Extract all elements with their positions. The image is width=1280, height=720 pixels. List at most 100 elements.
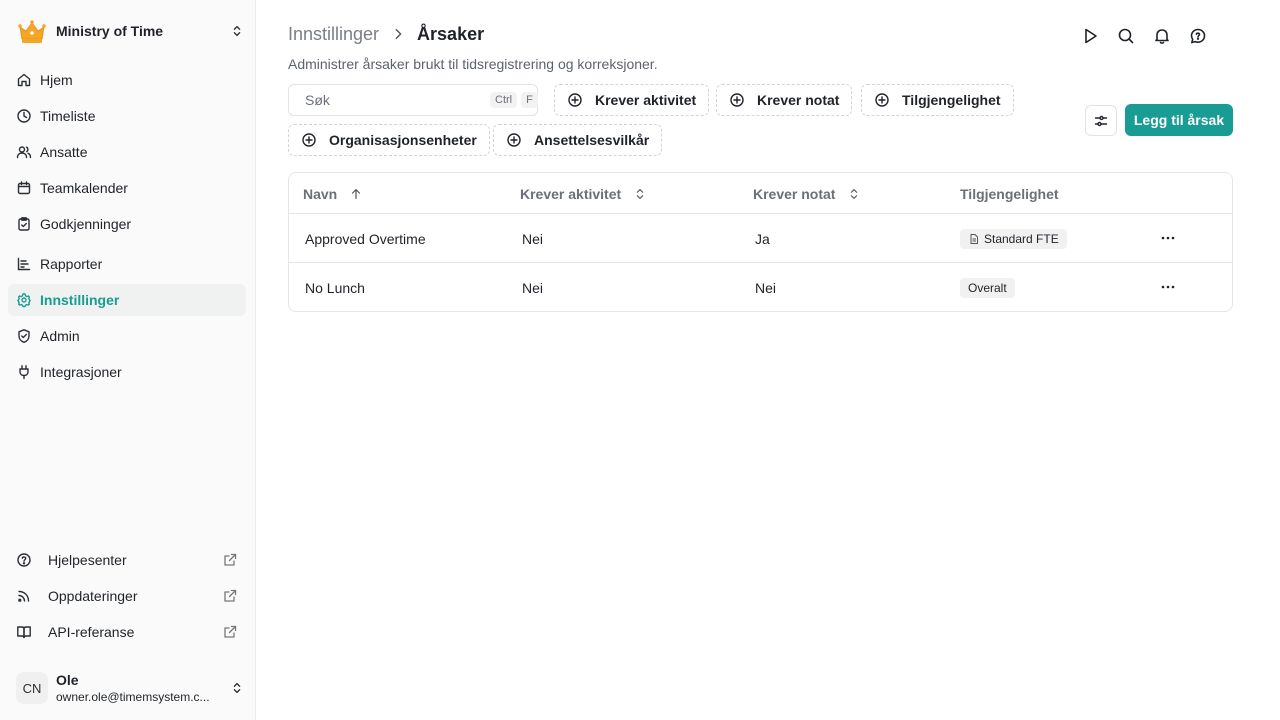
page-subtitle: Administrer årsaker brukt til tidsregist… [288, 56, 658, 72]
nav-label-api-referanse: API-referanse [48, 624, 135, 640]
page-title: Årsaker [417, 23, 485, 44]
filter-ansettelsesvilkar[interactable]: Ansettelsesvilkår [493, 124, 663, 156]
nav-item-ansatte[interactable]: Ansatte [8, 136, 246, 168]
nav-item-teamkalender[interactable]: Teamkalender [8, 172, 246, 204]
filter-label: Ansettelsesvilkår [534, 132, 650, 148]
org-name: Ministry of Time [56, 23, 164, 39]
external-link-icon [224, 553, 237, 566]
book-icon [17, 626, 31, 639]
nav-item-hjem[interactable]: Hjem [8, 64, 246, 96]
plus-circle-icon [875, 93, 889, 107]
nav-label-innstillinger: Innstillinger [40, 292, 120, 308]
shield-check-icon [18, 329, 30, 343]
nav-label-oppdateringer: Oppdateringer [48, 588, 138, 604]
filter-label: Organisasjonsenheter [329, 132, 477, 148]
org-switcher[interactable]: Ministry of Time [16, 14, 244, 48]
nav-item-admin[interactable]: Admin [8, 320, 246, 352]
nav-item-hjelpesenter[interactable]: Hjelpesenter [8, 544, 246, 576]
avatar: CN [16, 672, 48, 704]
nav-item-rapporter[interactable]: Rapporter [8, 248, 246, 280]
table-row[interactable]: No Lunch Nei Nei Overalt [289, 263, 1232, 311]
document-icon [970, 233, 978, 244]
nav-label-godkjenninger: Godkjenninger [40, 216, 132, 232]
search-input[interactable] [305, 92, 486, 108]
nav-label-hjelpesenter: Hjelpesenter [48, 552, 127, 568]
bell-icon[interactable] [1152, 26, 1172, 46]
user-info: Ole owner.ole@timemsystem.c... [56, 672, 230, 704]
cell-navn: Approved Overtime [305, 230, 426, 247]
nav-item-oppdateringer[interactable]: Oppdateringer [8, 580, 246, 612]
filter-krever-notat[interactable]: Krever notat [716, 84, 853, 116]
nav-label-hjem: Hjem [40, 72, 73, 88]
nav-item-api-referanse[interactable]: API-referanse [8, 616, 246, 648]
plus-circle-icon [568, 93, 582, 107]
table-row[interactable]: Approved Overtime Nei Ja Standard FTE [289, 214, 1232, 263]
calendar-icon [17, 181, 31, 195]
search-icon[interactable] [1116, 26, 1136, 46]
chat-help-icon[interactable] [1188, 26, 1208, 46]
add-reason-button[interactable]: Legg til årsak [1125, 104, 1233, 136]
nav-label-teamkalender: Teamkalender [40, 180, 128, 196]
cell-krever-notat: Ja [755, 230, 770, 247]
nav-label-rapporter: Rapporter [40, 256, 103, 272]
clock-icon [17, 109, 31, 123]
nav-label-admin: Admin [40, 328, 80, 344]
nav-item-godkjenninger[interactable]: Godkjenninger [8, 208, 246, 240]
user-menu[interactable]: CN Ole owner.ole@timemsystem.c... [16, 668, 244, 708]
breadcrumb-parent[interactable]: Innstillinger [288, 24, 379, 45]
plug-icon [19, 365, 29, 380]
user-email: owner.ole@timemsystem.c... [56, 690, 210, 704]
top-actions [1080, 26, 1224, 46]
plus-circle-icon [730, 93, 744, 107]
cell-tilgjengelighet: Overalt [960, 263, 1015, 311]
more-horizontal-icon[interactable] [1160, 279, 1176, 295]
search-box[interactable]: Ctrl F [288, 84, 538, 116]
cell-krever-aktivitet: Nei [522, 230, 544, 247]
table-header: Navn Krever aktivitet Krever notat Tilgj… [289, 173, 1232, 214]
external-link-icon [224, 589, 237, 602]
badge-label: Overalt [968, 280, 1007, 295]
play-icon[interactable] [1080, 26, 1100, 46]
cell-tilgjengelighet: Standard FTE [960, 214, 1067, 263]
nav-item-innstillinger[interactable]: Innstillinger [8, 284, 246, 316]
filter-label: Tilgjengelighet [902, 92, 1001, 108]
availability-badge: Standard FTE [960, 228, 1067, 249]
nav-item-timeliste[interactable]: Timeliste [8, 100, 246, 132]
plus-circle-icon [507, 133, 521, 147]
column-krever-aktivitet[interactable]: Krever aktivitet [520, 173, 647, 214]
filter-label: Krever notat [757, 92, 840, 108]
badge-label: Standard FTE [984, 231, 1059, 246]
nav-item-integrasjoner[interactable]: Integrasjoner [8, 356, 246, 388]
home-icon [17, 73, 31, 87]
user-name: Ole [56, 672, 79, 688]
kbd-f: F [521, 92, 538, 108]
chart-icon [17, 257, 31, 271]
cell-navn: No Lunch [305, 279, 365, 296]
arrow-up-icon [352, 188, 361, 199]
column-tilgjengelighet: Tilgjengelighet [960, 173, 1059, 214]
column-navn[interactable]: Navn [303, 173, 363, 214]
external-link-icon [224, 625, 237, 638]
nav-label-ansatte: Ansatte [40, 144, 88, 160]
help-circle-icon [17, 553, 31, 567]
nav-label-integrasjoner: Integrasjoner [40, 364, 122, 380]
filter-tilgjengelighet[interactable]: Tilgjengelighet [861, 84, 1014, 116]
availability-badge: Overalt [960, 277, 1015, 298]
column-label: Krever aktivitet [520, 185, 622, 202]
gear-icon [17, 293, 31, 308]
column-label: Krever notat [753, 185, 836, 202]
more-horizontal-icon[interactable] [1160, 230, 1176, 246]
plus-circle-icon [302, 133, 316, 147]
chevron-up-down-icon [636, 188, 644, 199]
nav-label-timeliste: Timeliste [40, 108, 96, 124]
column-krever-notat[interactable]: Krever notat [753, 173, 861, 214]
filter-krever-aktivitet[interactable]: Krever aktivitet [554, 84, 710, 116]
sliders-icon [1094, 115, 1108, 126]
reasons-table: Navn Krever aktivitet Krever notat Tilgj… [288, 172, 1233, 312]
crown-logo-icon [18, 20, 46, 43]
filter-organisasjonsenheter[interactable]: Organisasjonsenheter [288, 124, 490, 156]
kbd-ctrl: Ctrl [490, 92, 518, 108]
view-settings-button[interactable] [1085, 105, 1117, 136]
chevron-right-icon [395, 28, 402, 40]
clipboard-check-icon [18, 217, 30, 231]
